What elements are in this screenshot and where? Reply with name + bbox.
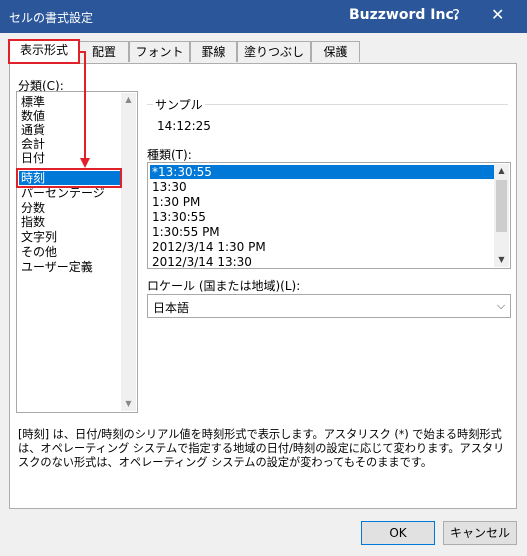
tab-font[interactable]: フォント: [129, 41, 190, 62]
category-item-custom[interactable]: ユーザー定義: [19, 260, 93, 274]
scroll-down-arrow-icon[interactable]: ▼: [494, 253, 509, 267]
tab-alignment[interactable]: 配置: [79, 41, 129, 62]
category-scrollbar[interactable]: ▲ ▼: [121, 93, 136, 411]
tab-fill[interactable]: 塗りつぶし: [237, 41, 311, 62]
category-item-accounting[interactable]: 会計: [19, 137, 45, 151]
scroll-thumb[interactable]: [496, 180, 507, 232]
close-button[interactable]: ✕: [491, 5, 504, 24]
sample-value: 14:12:25: [157, 119, 211, 133]
category-item-percentage[interactable]: パーセンテージ: [19, 186, 105, 200]
scroll-up-arrow-icon[interactable]: ▲: [121, 93, 136, 107]
category-item-date[interactable]: 日付: [19, 151, 45, 165]
ok-button[interactable]: OK: [361, 521, 435, 545]
type-list[interactable]: *13:30:55 13:30 1:30 PM 13:30:55 1:30:55…: [147, 162, 511, 269]
type-item[interactable]: 2012/3/14 13:30: [150, 255, 252, 269]
tab-protection[interactable]: 保護: [311, 41, 360, 62]
type-item[interactable]: *13:30:55: [150, 165, 495, 179]
scroll-up-arrow-icon[interactable]: ▲: [494, 164, 509, 178]
locale-dropdown[interactable]: 日本語 ⌵: [147, 294, 511, 318]
window-title: セルの書式設定: [9, 11, 94, 25]
locale-value: 日本語: [153, 301, 190, 315]
type-item[interactable]: 1:30:55 PM: [150, 225, 220, 239]
title-bar: セルの書式設定 Buzzword Inc. ? ✕: [0, 0, 527, 33]
help-button[interactable]: ?: [452, 6, 460, 24]
type-item[interactable]: 13:30:55: [150, 210, 206, 224]
type-label: 種類(T):: [147, 148, 192, 162]
cancel-button[interactable]: キャンセル: [443, 521, 517, 545]
company-name: Buzzword Inc.: [349, 7, 460, 23]
category-item-number[interactable]: 数値: [19, 109, 45, 123]
type-item[interactable]: 2012/3/14 1:30 PM: [150, 240, 266, 254]
chevron-down-icon[interactable]: ⌵: [492, 295, 510, 317]
format-description: [時刻] は、日付/時刻のシリアル値を時刻形式で表示します。アスタリスク (*)…: [18, 428, 505, 469]
type-item[interactable]: 13:30: [150, 180, 187, 194]
category-item-general[interactable]: 標準: [19, 95, 45, 109]
type-scrollbar[interactable]: ▲ ▼: [494, 164, 509, 267]
category-item-time[interactable]: 時刻: [19, 171, 121, 185]
scroll-down-arrow-icon[interactable]: ▼: [121, 397, 136, 411]
category-item-special[interactable]: その他: [19, 245, 57, 259]
category-item-fraction[interactable]: 分数: [19, 201, 45, 215]
tab-border[interactable]: 罫線: [190, 41, 237, 62]
type-item[interactable]: 1:30 PM: [150, 195, 200, 209]
category-item-text[interactable]: 文字列: [19, 230, 57, 244]
locale-label: ロケール (国または地域)(L):: [147, 279, 301, 293]
category-list[interactable]: 標準 数値 通貨 会計 日付 時刻 パーセンテージ 分数 指数 文字列 その他 …: [16, 91, 138, 413]
tab-number-format[interactable]: 表示形式: [9, 39, 79, 64]
category-item-scientific[interactable]: 指数: [19, 215, 45, 229]
sample-label: サンプル: [153, 96, 205, 113]
category-item-currency[interactable]: 通貨: [19, 123, 45, 137]
